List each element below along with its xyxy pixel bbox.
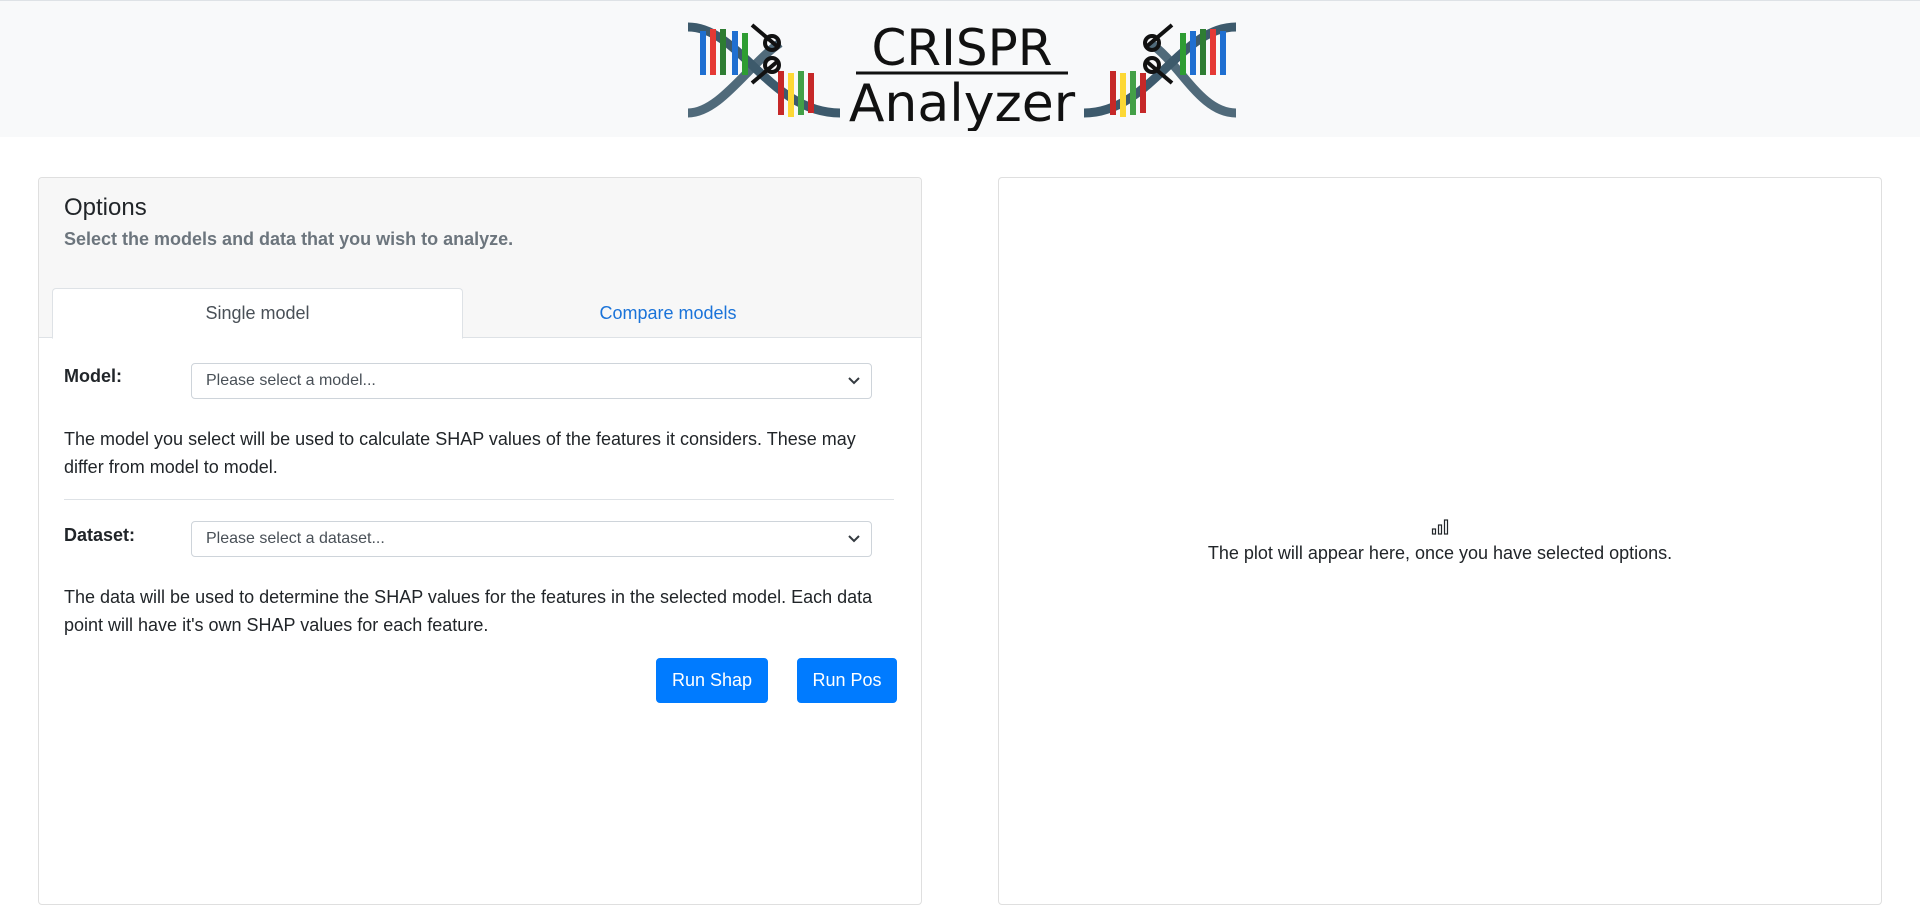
dataset-select[interactable]: Please select a dataset... (191, 521, 872, 557)
model-label: Model: (64, 366, 122, 386)
model-select[interactable]: Please select a model... (191, 363, 872, 399)
options-title: Options (64, 194, 147, 221)
model-select-placeholder: Please select a model... (206, 372, 376, 389)
app-header: CRISPR Analyzer (0, 0, 1920, 137)
logo-line1: CRISPR (871, 19, 1052, 77)
tab-compare-models[interactable]: Compare models (463, 288, 873, 338)
plot-placeholder-text: The plot will appear here, once you have… (1207, 543, 1673, 563)
tab-single-model[interactable]: Single model (52, 288, 463, 339)
chevron-down-icon (848, 535, 860, 543)
form-divider (64, 499, 894, 500)
logo-line2: Analyzer (849, 74, 1076, 131)
model-help-text: The model you select will be used to cal… (64, 429, 856, 477)
plot-placeholder: The plot will appear here, once you have… (999, 518, 1881, 564)
bar-chart-icon (1431, 519, 1449, 535)
crispr-analyzer-logo: CRISPR Analyzer (687, 19, 1237, 131)
chevron-down-icon (848, 377, 860, 385)
run-shap-button[interactable]: Run Shap (656, 658, 768, 703)
dataset-select-placeholder: Please select a dataset... (206, 530, 385, 547)
options-card: Options Select the models and data that … (38, 177, 922, 905)
dataset-help-text: The data will be used to determine the S… (64, 587, 873, 635)
dataset-label: Dataset: (64, 525, 136, 545)
run-pos-button[interactable]: Run Pos (797, 658, 897, 703)
options-subtitle: Select the models and data that you wish… (64, 229, 514, 249)
plot-card: The plot will appear here, once you have… (998, 177, 1882, 905)
options-card-header: Options Select the models and data that … (39, 178, 921, 339)
